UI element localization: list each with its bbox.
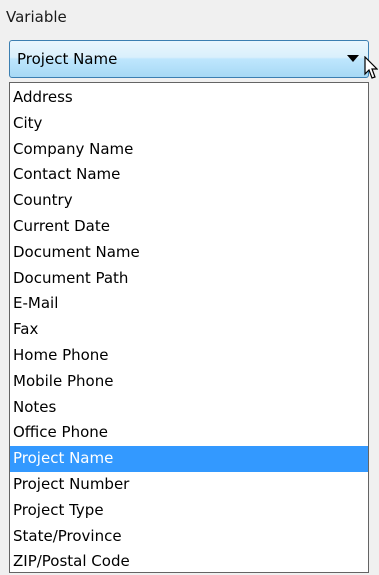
- list-item[interactable]: Fax: [10, 317, 368, 343]
- list-item[interactable]: Document Path: [10, 266, 368, 292]
- variable-combobox[interactable]: Project Name: [9, 40, 369, 78]
- list-item[interactable]: Mobile Phone: [10, 369, 368, 395]
- list-item[interactable]: ZIP/Postal Code: [10, 549, 368, 575]
- list-item[interactable]: Office Phone: [10, 420, 368, 446]
- list-item[interactable]: Address: [10, 85, 368, 111]
- list-item[interactable]: Notes: [10, 395, 368, 421]
- list-item-selected[interactable]: Project Name: [10, 446, 368, 472]
- variable-dropdown-panel: Variable Project Name Address City Company…: [0, 0, 379, 575]
- list-item[interactable]: State/Province: [10, 524, 368, 550]
- list-item[interactable]: Current Date: [10, 214, 368, 240]
- list-item[interactable]: Country: [10, 188, 368, 214]
- list-item[interactable]: Project Number: [10, 472, 368, 498]
- list-item[interactable]: Company Name: [10, 137, 368, 163]
- list-item[interactable]: Project Type: [10, 498, 368, 524]
- list-item[interactable]: Document Name: [10, 240, 368, 266]
- list-item[interactable]: Home Phone: [10, 343, 368, 369]
- dropdown-arrow-icon[interactable]: [341, 41, 365, 77]
- combobox-selected-value: Project Name: [17, 50, 118, 68]
- list-item[interactable]: Contact Name: [10, 162, 368, 188]
- list-item[interactable]: City: [10, 111, 368, 137]
- variable-label: Variable: [6, 8, 67, 26]
- list-item[interactable]: E-Mail: [10, 291, 368, 317]
- variable-options-list[interactable]: Address City Company Name Contact Name Count…: [9, 82, 369, 573]
